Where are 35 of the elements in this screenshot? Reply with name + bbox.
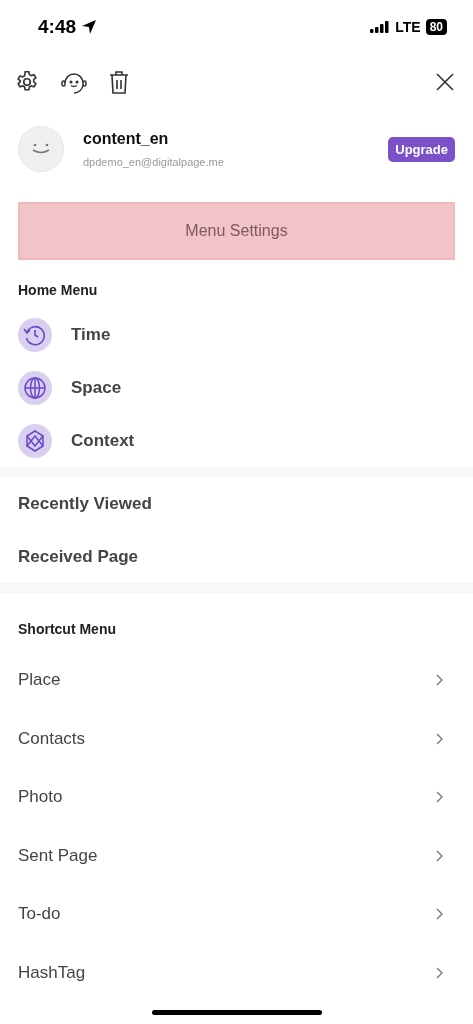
page-menu-item[interactable]: Received Page <box>0 530 473 583</box>
chevron-right-icon <box>436 732 443 745</box>
network-label: LTE <box>395 19 421 35</box>
clock-time: 4:48 <box>38 16 77 38</box>
trash-icon <box>108 69 130 95</box>
shortcut-menu-item[interactable]: HashTag <box>18 962 86 983</box>
signal-icon <box>370 21 391 33</box>
polyhedron-icon <box>18 423 52 458</box>
shortcut-menu-item[interactable]: Place <box>18 670 61 691</box>
battery-indicator: 80 <box>425 19 447 35</box>
chevron-right-icon <box>436 674 443 687</box>
user-name: content_en <box>83 130 170 148</box>
chevron-right-icon <box>436 966 443 979</box>
section-title: Shortcut Menu <box>17 621 117 639</box>
upgrade-button[interactable]: Upgrade <box>388 136 455 162</box>
shortcut-menu-item[interactable]: Contacts <box>18 728 86 749</box>
close-button[interactable] <box>435 72 455 92</box>
history-clock-icon <box>18 317 52 352</box>
shortcut-menu-item[interactable]: Sent Page <box>18 845 98 866</box>
chevron-right-icon <box>436 849 443 862</box>
close-icon <box>435 72 455 92</box>
menu-settings-button[interactable]: Menu Settings <box>18 202 455 260</box>
page-menu-item[interactable]: Recently Viewed <box>0 477 473 530</box>
section-title: Home Menu <box>17 282 99 298</box>
chevron-right-icon <box>436 908 443 921</box>
home-menu-item[interactable]: Time <box>0 308 129 361</box>
location-arrow-icon <box>81 19 98 35</box>
delete-button[interactable] <box>108 69 130 95</box>
home-menu-item[interactable]: Context <box>0 414 153 467</box>
user-email: dpdemo_en@digitalpage.me <box>83 156 225 168</box>
shortcut-menu-item[interactable]: To-do <box>18 904 61 925</box>
chevron-right-icon <box>436 791 443 804</box>
globe-icon <box>18 370 52 405</box>
shortcut-menu-item[interactable]: Photo <box>18 787 63 808</box>
home-menu-item[interactable]: Space <box>0 361 140 414</box>
